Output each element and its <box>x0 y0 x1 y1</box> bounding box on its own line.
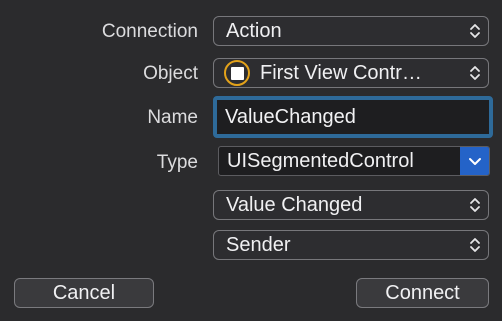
name-label: Name <box>147 107 198 128</box>
type-value: UISegmentedControl <box>227 150 414 172</box>
event-popup[interactable]: Value Changed <box>213 190 489 220</box>
name-input-value: ValueChanged <box>225 105 356 128</box>
view-controller-icon <box>224 60 250 86</box>
connect-button[interactable]: Connect <box>356 278 489 308</box>
name-input[interactable]: ValueChanged <box>213 96 493 138</box>
chevron-down-icon[interactable] <box>460 147 489 175</box>
type-combobox[interactable]: UISegmentedControl <box>218 146 490 176</box>
arguments-popup[interactable]: Sender <box>213 230 489 260</box>
type-label: Type <box>156 152 198 173</box>
object-label: Object <box>143 63 198 84</box>
up-down-chevron-icon <box>462 59 488 87</box>
connection-value: Action <box>226 20 282 42</box>
cancel-button[interactable]: Cancel <box>14 278 154 308</box>
connection-dialog: Connection Action Object First View Cont… <box>0 0 502 321</box>
connection-label: Connection <box>101 21 198 42</box>
object-popup[interactable]: First View Contr… <box>213 58 489 88</box>
event-value: Value Changed <box>226 194 363 216</box>
up-down-chevron-icon <box>462 231 488 259</box>
connection-popup[interactable]: Action <box>213 16 489 46</box>
object-value: First View Contr… <box>260 62 422 84</box>
up-down-chevron-icon <box>462 191 488 219</box>
arguments-value: Sender <box>226 234 291 256</box>
up-down-chevron-icon <box>462 17 488 45</box>
